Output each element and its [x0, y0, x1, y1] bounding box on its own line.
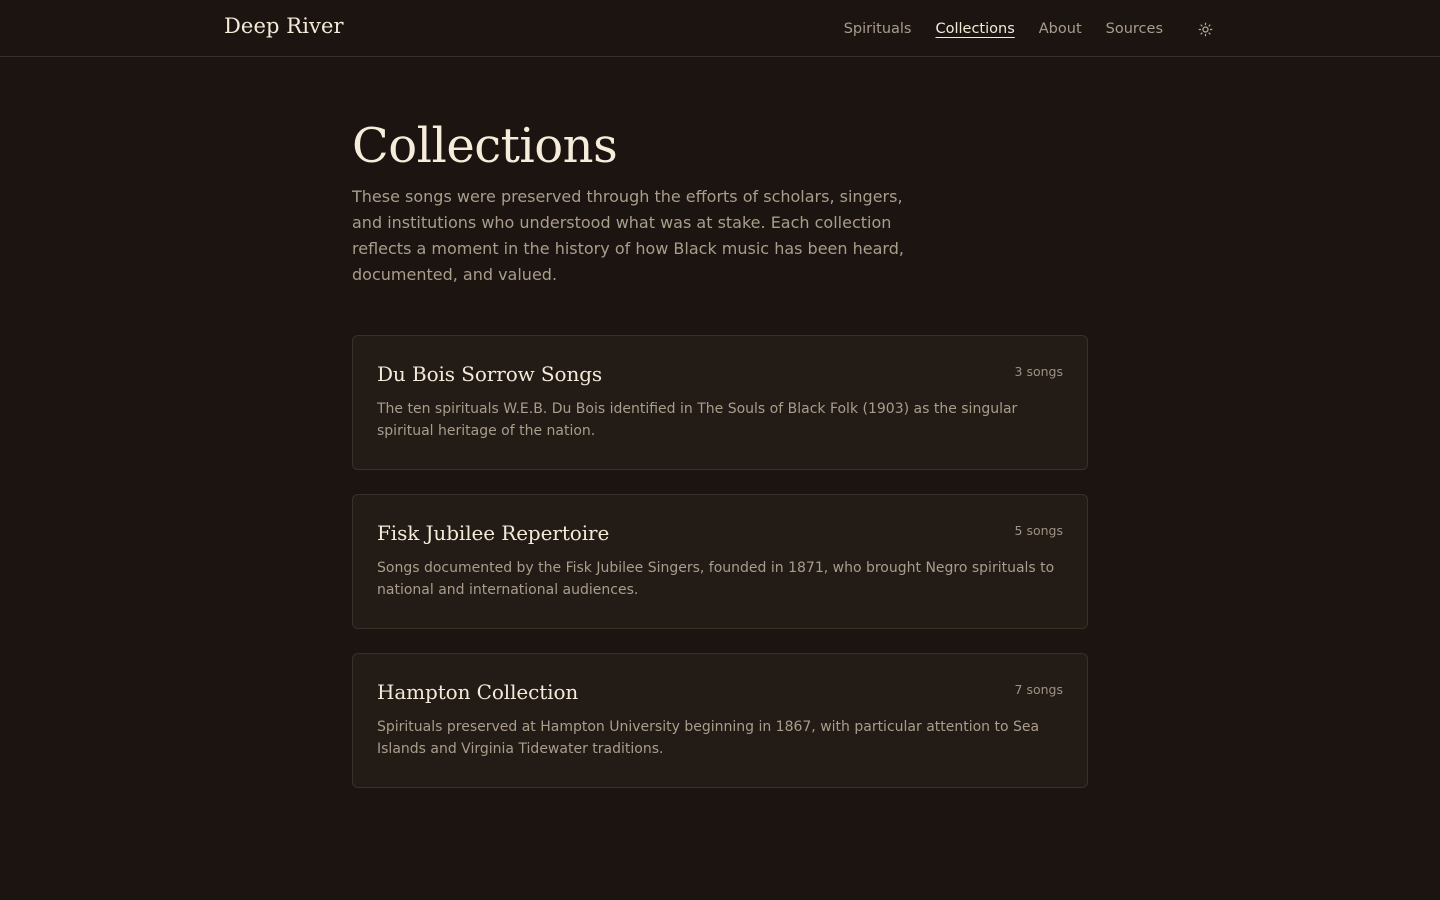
- page-title: Collections: [352, 118, 618, 174]
- collection-song-count: 3 songs: [1014, 364, 1063, 379]
- page-intro: These songs were preserved through the e…: [352, 187, 904, 284]
- collection-title: Hampton Collection: [377, 680, 579, 704]
- nav-link-collections[interactable]: Collections: [935, 18, 1014, 40]
- main-content: Collections These songs were preserved t…: [352, 110, 1088, 788]
- collection-card-du-bois[interactable]: Du Bois Sorrow Songs 3 songs The ten spi…: [352, 335, 1088, 470]
- nav-link-about[interactable]: About: [1039, 18, 1082, 40]
- theme-toggle-button[interactable]: [1194, 18, 1216, 40]
- nav-link-spirituals[interactable]: Spirituals: [844, 18, 912, 40]
- sun-icon: [1198, 22, 1212, 36]
- collection-song-count: 7 songs: [1014, 682, 1063, 697]
- collections-list: Du Bois Sorrow Songs 3 songs The ten spi…: [352, 335, 1088, 788]
- collection-description: Spirituals preserved at Hampton Universi…: [377, 719, 1040, 757]
- collection-title: Fisk Jubilee Repertoire: [377, 521, 610, 545]
- collection-song-count: 5 songs: [1014, 523, 1063, 538]
- nav-link-sources[interactable]: Sources: [1106, 18, 1163, 40]
- collection-description: Songs documented by the Fisk Jubilee Sin…: [377, 560, 1055, 598]
- main-nav: Spirituals Collections About Sources: [844, 18, 1216, 40]
- collection-card-fisk-jubilee[interactable]: Fisk Jubilee Repertoire 5 songs Songs do…: [352, 494, 1088, 629]
- collection-description: The ten spirituals W.E.B. Du Bois identi…: [377, 401, 1018, 439]
- collection-title: Du Bois Sorrow Songs: [377, 362, 603, 386]
- collection-card-hampton[interactable]: Hampton Collection 7 songs Spirituals pr…: [352, 653, 1088, 788]
- site-logo-link[interactable]: Deep River: [224, 14, 344, 38]
- top-navigation-bar: Deep River Spirituals Collections About …: [0, 0, 1440, 57]
